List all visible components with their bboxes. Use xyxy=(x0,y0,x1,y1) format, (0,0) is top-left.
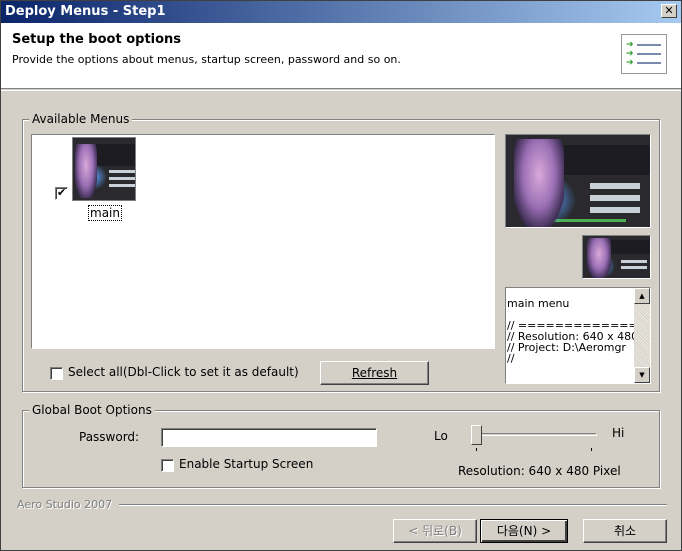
slider-hi-label: Hi xyxy=(612,426,625,440)
close-button[interactable]: ✕ xyxy=(661,4,677,18)
brand-label: Aero Studio 2007 xyxy=(17,498,113,511)
password-input[interactable] xyxy=(161,428,377,447)
scroll-down-icon: ▼ xyxy=(639,371,645,379)
available-menus-label: Available Menus xyxy=(29,112,133,126)
scroll-down-button[interactable]: ▼ xyxy=(634,367,650,383)
back-button[interactable]: < 뒤로(B) xyxy=(393,519,477,543)
header-subtitle: Provide the options about menus, startup… xyxy=(12,53,401,66)
refresh-label: Refresh xyxy=(351,366,398,380)
enable-startup-label[interactable]: Enable Startup Screen xyxy=(179,457,313,471)
menu-list[interactable]: main xyxy=(31,134,495,349)
resolution-text: Resolution: 640 x 480 Pixel xyxy=(458,464,621,478)
cancel-button[interactable]: 취소 xyxy=(583,519,667,543)
slider-tick-lo xyxy=(476,448,477,451)
checklist-icon: ➔ ➔ ➔ xyxy=(621,34,667,74)
menu-preview-large xyxy=(505,134,651,228)
menu-main-checkbox[interactable] xyxy=(55,186,68,200)
resolution-slider-track[interactable] xyxy=(471,433,597,436)
header-title: Setup the boot options xyxy=(12,32,182,47)
deploy-menus-window: Deploy Menus - Step1 ✕ Setup the boot op… xyxy=(0,0,682,551)
slider-tick-hi xyxy=(591,448,592,451)
scroll-up-icon: ▲ xyxy=(639,292,645,300)
menu-description-text: main menu // ================== // Resol… xyxy=(507,297,650,365)
next-button[interactable]: 다음(N) > xyxy=(480,519,568,543)
cancel-label: 취소 xyxy=(613,524,637,538)
window-title: Deploy Menus - Step1 xyxy=(5,4,166,19)
footer-separator xyxy=(119,504,667,506)
description-scrollbar[interactable]: ▲ ▼ xyxy=(634,288,650,383)
wizard-header: Setup the boot options Provide the optio… xyxy=(1,23,681,89)
select-all-label[interactable]: Select all(Dbl-Click to set it as defaul… xyxy=(68,365,299,379)
resolution-slider-thumb[interactable] xyxy=(471,425,482,445)
close-icon: ✕ xyxy=(664,4,674,17)
title-bar[interactable]: Deploy Menus - Step1 ✕ xyxy=(1,1,681,23)
header-separator xyxy=(1,90,681,91)
select-all-checkbox[interactable] xyxy=(50,367,63,380)
global-boot-options-label: Global Boot Options xyxy=(29,403,155,417)
scroll-up-button[interactable]: ▲ xyxy=(634,288,650,304)
menu-description[interactable]: main menu // ================== // Resol… xyxy=(505,287,651,384)
slider-lo-label: Lo xyxy=(434,429,448,443)
back-label: < 뒤로(B) xyxy=(408,524,462,538)
menu-main-thumbnail[interactable] xyxy=(72,137,136,201)
password-label: Password: xyxy=(79,430,140,444)
menu-main-label[interactable]: main xyxy=(88,205,122,221)
refresh-button[interactable]: Refresh xyxy=(320,361,429,385)
menu-preview-small xyxy=(582,235,651,279)
enable-startup-checkbox[interactable] xyxy=(161,459,174,472)
next-label: 다음(N) > xyxy=(496,524,552,538)
